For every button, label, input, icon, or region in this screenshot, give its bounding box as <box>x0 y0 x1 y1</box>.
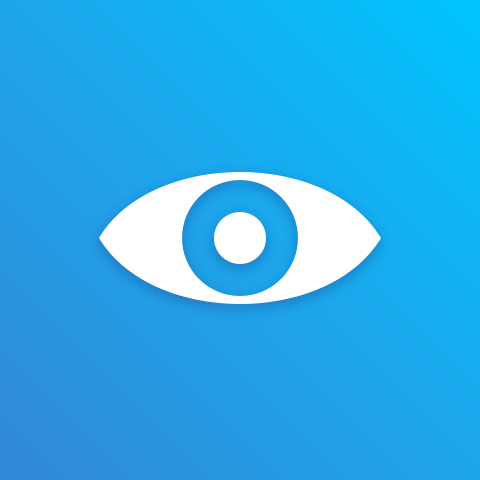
eye-glyph <box>99 172 381 304</box>
pupil <box>214 212 266 264</box>
eye-icon <box>99 172 381 304</box>
app-icon[interactable] <box>0 0 480 480</box>
